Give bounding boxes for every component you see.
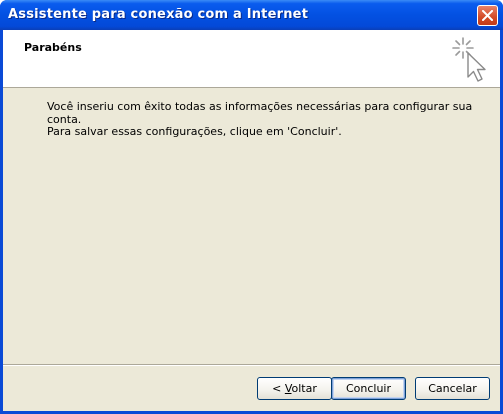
window-title: Assistente para conexão com a Internet bbox=[8, 7, 309, 22]
wizard-cursor-sparkle-icon bbox=[452, 37, 486, 82]
close-button[interactable] bbox=[477, 5, 498, 26]
title-bar[interactable]: Assistente para conexão com a Internet bbox=[0, 0, 503, 30]
wizard-client-area: Parabéns Você inseriu com êxito todas as… bbox=[3, 30, 500, 411]
back-button[interactable]: < Voltar bbox=[257, 377, 332, 400]
success-message: Você inseriu com êxito todas as informaç… bbox=[47, 100, 473, 126]
back-mnemonic: V bbox=[284, 382, 292, 395]
finish-button[interactable]: Concluir bbox=[331, 377, 406, 400]
save-instruction: Para salvar essas configurações, clique … bbox=[47, 125, 342, 138]
wizard-header: Parabéns bbox=[3, 30, 500, 88]
cancel-button[interactable]: Cancelar bbox=[415, 377, 490, 400]
footer-separator bbox=[3, 364, 500, 366]
close-icon bbox=[482, 10, 493, 21]
page-title: Parabéns bbox=[24, 41, 82, 54]
wizard-window: Assistente para conexão com a Internet P… bbox=[0, 0, 503, 414]
